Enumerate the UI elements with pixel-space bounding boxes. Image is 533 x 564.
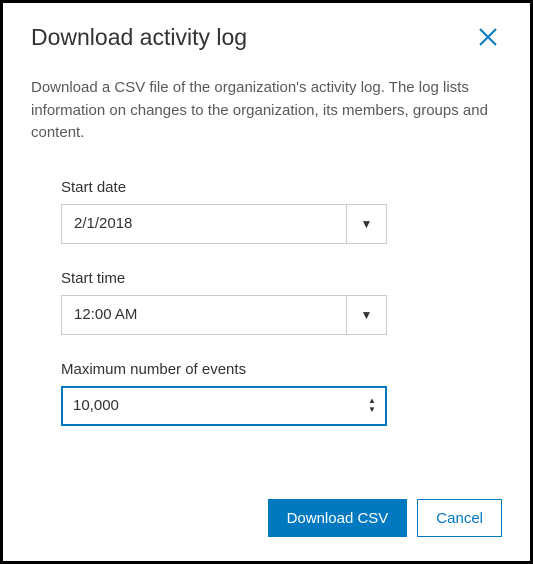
max-events-group: Maximum number of events 10,000 ▲▼ <box>61 361 387 426</box>
start-date-value: 2/1/2018 <box>62 205 346 243</box>
chevron-down-icon: ▼ <box>346 296 386 334</box>
close-icon[interactable] <box>474 23 502 51</box>
start-time-dropdown[interactable]: 12:00 AM ▼ <box>61 295 387 335</box>
start-date-group: Start date 2/1/2018 ▼ <box>61 179 387 244</box>
start-date-label: Start date <box>61 179 387 196</box>
max-events-stepper[interactable]: 10,000 ▲▼ <box>61 386 387 426</box>
start-date-dropdown[interactable]: 2/1/2018 ▼ <box>61 204 387 244</box>
cancel-button[interactable]: Cancel <box>417 499 502 537</box>
form-area: Start date 2/1/2018 ▼ Start time 12:00 A… <box>31 179 502 452</box>
dialog-footer: Download CSV Cancel <box>31 499 502 537</box>
chevron-down-icon: ▼ <box>346 205 386 243</box>
download-csv-button[interactable]: Download CSV <box>268 499 408 537</box>
start-time-group: Start time 12:00 AM ▼ <box>61 270 387 335</box>
start-time-value: 12:00 AM <box>62 296 346 334</box>
start-time-label: Start time <box>61 270 387 287</box>
max-events-value: 10,000 <box>63 388 365 424</box>
dialog-description: Download a CSV file of the organization'… <box>31 77 502 145</box>
stepper-arrows-icon: ▲▼ <box>365 388 385 424</box>
dialog-title: Download activity log <box>31 24 247 51</box>
max-events-label: Maximum number of events <box>61 361 387 378</box>
dialog-header: Download activity log <box>31 23 502 51</box>
